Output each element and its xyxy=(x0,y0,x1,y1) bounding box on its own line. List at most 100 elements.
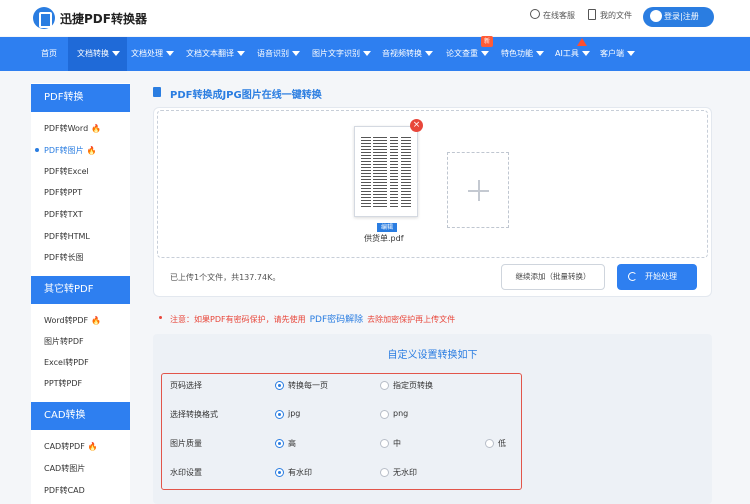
radio-option-label[interactable]: png xyxy=(393,409,408,418)
radio-option-label[interactable]: 无水印 xyxy=(393,467,417,478)
document-icon xyxy=(153,87,161,97)
nav-item-1[interactable]: 文档转换 xyxy=(77,37,120,71)
nav-item-0[interactable]: 首页 xyxy=(41,37,57,71)
customer-service-link[interactable]: 在线客服 xyxy=(530,10,575,21)
thumbnail-line xyxy=(373,170,387,171)
thumbnail-line xyxy=(390,137,398,138)
nav-item-6[interactable]: 音视频转换 xyxy=(382,37,433,71)
thumbnail-line xyxy=(401,185,411,186)
radio-option-label[interactable]: jpg xyxy=(288,409,300,418)
radio-option-label[interactable]: 指定页转换 xyxy=(393,380,433,391)
radio-button[interactable] xyxy=(380,468,389,477)
refresh-icon xyxy=(628,272,637,281)
radio-button[interactable] xyxy=(380,410,389,419)
edit-file-button[interactable]: 编辑 xyxy=(377,223,397,232)
radio-button[interactable] xyxy=(275,468,284,477)
radio-button[interactable] xyxy=(380,381,389,390)
thumbnail-line xyxy=(361,155,371,156)
thumbnail-line xyxy=(401,161,411,162)
thumbnail-line xyxy=(401,197,411,198)
radio-option-label[interactable]: 高 xyxy=(288,438,296,449)
thumbnail-line xyxy=(390,161,398,162)
sidebar-item[interactable]: PDF转图片 🔥 xyxy=(44,145,97,156)
thumbnail-line xyxy=(373,203,387,204)
thumbnail-line xyxy=(390,143,398,144)
thumbnail-line xyxy=(373,140,387,141)
thumbnail-line xyxy=(401,170,411,171)
thumbnail-line xyxy=(401,206,411,207)
setting-label: 页码选择 xyxy=(170,381,202,390)
thumbnail-line xyxy=(361,149,371,150)
password-notice: 注意：如果PDF有密码保护，请先使用 PDF密码解除 去除加密保护再上传文件 xyxy=(170,315,456,325)
chevron-down-icon xyxy=(481,51,489,56)
file-thumbnail[interactable] xyxy=(354,126,418,217)
thumbnail-line xyxy=(373,155,387,156)
add-file-button[interactable] xyxy=(447,152,509,228)
thumbnail-line xyxy=(361,140,371,141)
nav-item-2[interactable]: 文档处理 xyxy=(131,37,174,71)
sidebar-item[interactable]: Word转PDF 🔥 xyxy=(44,315,101,326)
thumbnail-line xyxy=(373,146,387,147)
fire-icon: 🔥 xyxy=(91,124,102,133)
chevron-down-icon xyxy=(237,51,245,56)
radio-option-label[interactable]: 中 xyxy=(393,438,401,449)
radio-button[interactable] xyxy=(275,439,284,448)
notice-bullet xyxy=(159,316,162,319)
sidebar-item[interactable]: PDF转HTML xyxy=(44,231,90,242)
thumbnail-line xyxy=(401,182,411,183)
thumbnail-line xyxy=(361,191,371,192)
sidebar-item[interactable]: CAD转图片 xyxy=(44,463,85,474)
sidebar-item[interactable]: PDF转Excel xyxy=(44,166,89,177)
sidebar-section-header: CAD转换 xyxy=(31,402,130,430)
my-files-link[interactable]: 我的文件 xyxy=(588,10,632,21)
logo-text[interactable]: 迅捷PDF转换器 xyxy=(60,10,147,27)
thumbnail-line xyxy=(390,203,398,204)
thumbnail-line xyxy=(361,200,371,201)
radio-option-label[interactable]: 有水印 xyxy=(288,467,312,478)
pdf-unlock-link[interactable]: PDF密码解除 xyxy=(310,315,364,325)
thumbnail-line xyxy=(373,167,387,168)
thumbnail-line xyxy=(373,185,387,186)
thumbnail-line xyxy=(361,197,371,198)
sidebar-item[interactable]: PDF转TXT xyxy=(44,209,83,220)
sidebar-item[interactable]: PDF转CAD xyxy=(44,485,85,496)
continue-add-button[interactable]: 继续添加（批量转换） xyxy=(501,264,605,290)
radio-button[interactable] xyxy=(485,439,494,448)
thumbnail-line xyxy=(390,170,398,171)
sidebar-item[interactable]: CAD转PDF 🔥 xyxy=(44,441,98,452)
thumbnail-line xyxy=(373,158,387,159)
logo-icon[interactable] xyxy=(33,7,55,29)
radio-option-label[interactable]: 低 xyxy=(498,438,506,449)
nav-item-8[interactable]: 特色功能 xyxy=(501,37,544,71)
thumbnail-line xyxy=(390,152,398,153)
thumbnail-line xyxy=(390,155,398,156)
radio-button[interactable] xyxy=(380,439,389,448)
radio-button[interactable] xyxy=(275,381,284,390)
nav-item-4[interactable]: 语音识别 xyxy=(257,37,300,71)
upload-dropzone[interactable] xyxy=(157,110,708,258)
settings-title: 自定义设置转换如下 xyxy=(387,350,478,361)
sidebar-item[interactable]: PDF转长图 xyxy=(44,252,84,263)
sidebar-item[interactable]: PDF转Word 🔥 xyxy=(44,123,101,134)
radio-button[interactable] xyxy=(275,410,284,419)
thumbnail-line xyxy=(401,149,411,150)
sidebar-section-header: 其它转PDF xyxy=(31,276,130,304)
remove-file-close-icon[interactable]: × xyxy=(410,119,423,132)
chevron-down-icon xyxy=(292,51,300,56)
thumbnail-line xyxy=(401,167,411,168)
sidebar-item[interactable]: PPT转PDF xyxy=(44,378,82,389)
thumbnail-line xyxy=(401,164,411,165)
thumbnail-line xyxy=(373,179,387,180)
sidebar-item[interactable]: PDF转PPT xyxy=(44,187,82,198)
nav-item-5[interactable]: 图片文字识别 xyxy=(312,37,371,71)
sidebar-item[interactable]: Excel转PDF xyxy=(44,357,89,368)
radio-option-label[interactable]: 转换每一页 xyxy=(288,380,328,391)
thumbnail-line xyxy=(390,176,398,177)
thumbnail-line xyxy=(390,179,398,180)
nav-item-10[interactable]: 客户端 xyxy=(600,37,635,71)
thumbnail-line xyxy=(361,164,371,165)
thumbnail-line xyxy=(361,143,371,144)
sidebar-item[interactable]: 图片转PDF xyxy=(44,336,84,347)
thumbnail-line xyxy=(361,185,371,186)
nav-item-3[interactable]: 文档文本翻译 xyxy=(186,37,245,71)
